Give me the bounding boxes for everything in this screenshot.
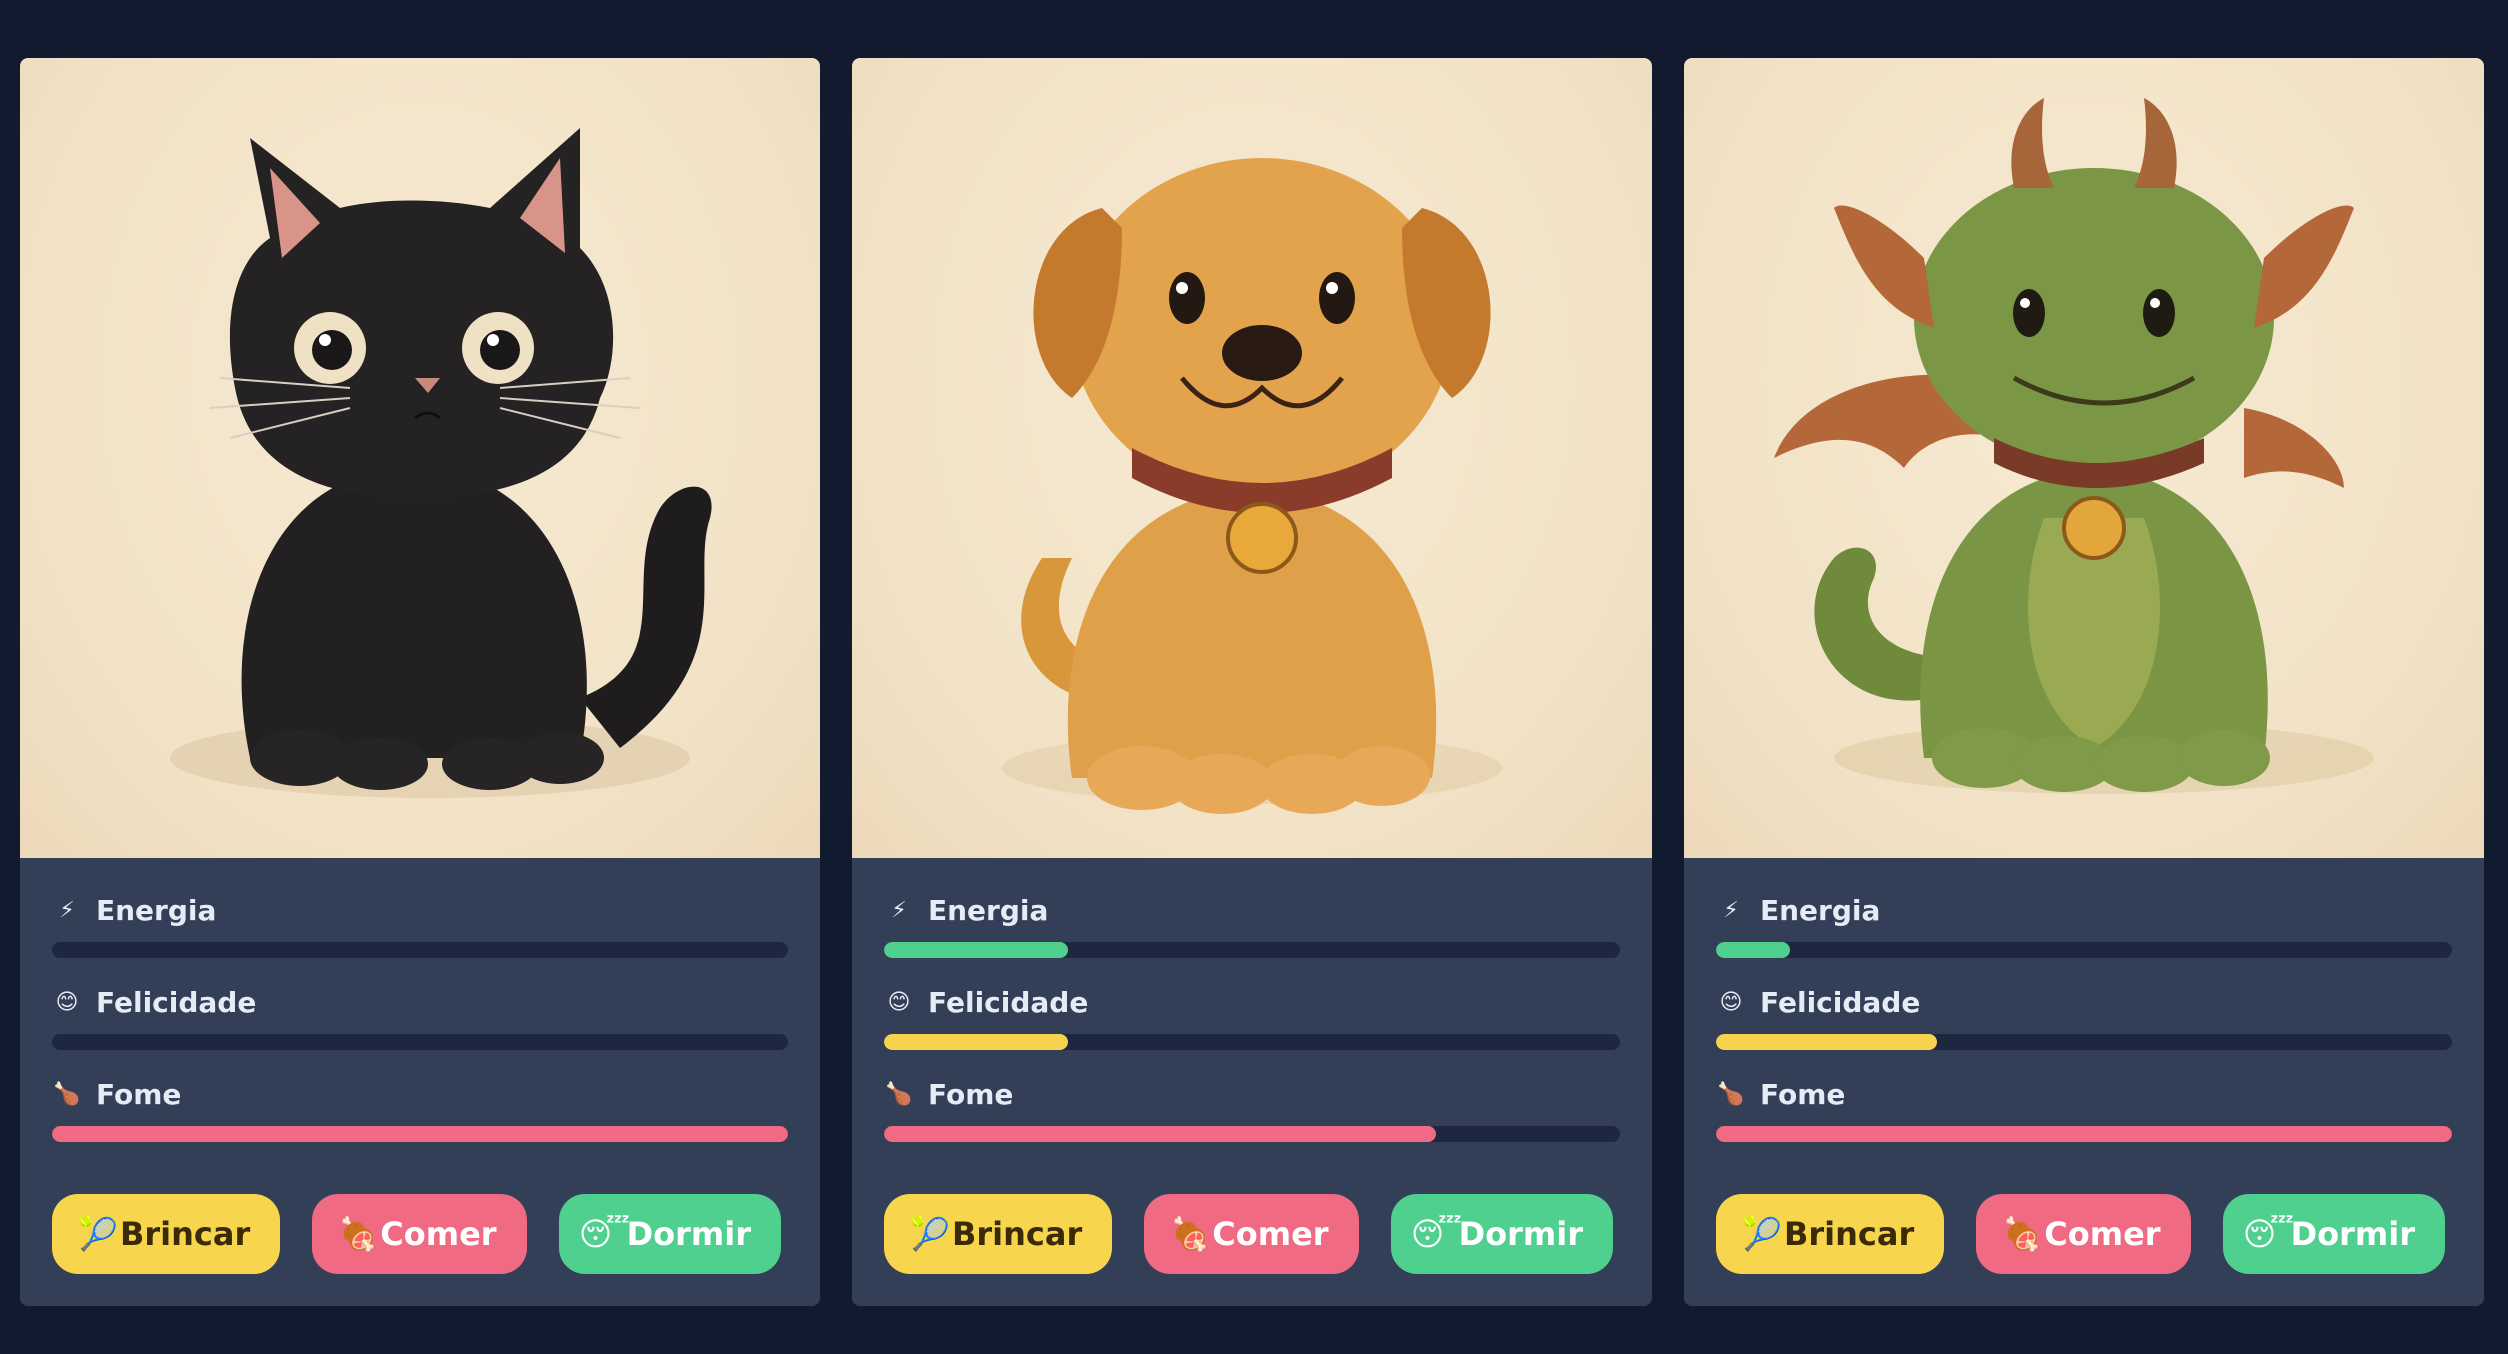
happiness-bar-fill [1716,1034,1937,1050]
play-button[interactable]: 🎾 Brincar [884,1194,1113,1274]
pet-card-cat: ⚡ Energia 😊 Felicidade 🍗 Fome 🎾 Brincar … [20,58,820,1306]
energy-bar-fill [884,942,1068,958]
pet-card-dragon: ⚡ Energia 😊 Felicidade 🍗 Fome 🎾 Brincar … [1684,58,2484,1306]
pet-grid: ⚡ Energia 😊 Felicidade 🍗 Fome 🎾 Brincar … [20,58,2484,1306]
tennis-ball-icon: 🎾 [910,1215,950,1253]
pet-image-dog [852,58,1652,858]
eat-button[interactable]: 🍖 Comer [312,1194,527,1274]
meat-icon: 🍖 [1170,1215,1211,1253]
stat-label-happiness: Felicidade [928,985,1089,1019]
meat-icon: 🍖 [338,1215,379,1253]
smiley-icon: 😊 [1719,989,1743,1015]
smiley-icon: 😊 [887,989,911,1015]
sleeping-face-icon: 😴 [578,1215,631,1253]
stat-hunger: 🍗 Fome [52,1074,788,1142]
energy-bar [1716,942,2452,958]
stat-hunger: 🍗 Fome [884,1074,1620,1142]
stat-energy: ⚡ Energia [52,890,788,958]
stat-label-energy: Energia [928,893,1049,927]
happiness-bar [52,1034,788,1050]
pet-image-cat [20,58,820,858]
play-button[interactable]: 🎾 Brincar [1716,1194,1945,1274]
stat-energy: ⚡ Energia [1716,890,2452,958]
play-button[interactable]: 🎾 Brincar [52,1194,281,1274]
drumstick-icon: 🍗 [1717,1081,1745,1107]
meat-icon: 🍖 [2002,1215,2043,1253]
stat-label-hunger: Fome [1760,1077,1846,1111]
hunger-bar-fill [1716,1126,2452,1142]
stat-label-happiness: Felicidade [96,985,257,1019]
hunger-bar [52,1126,788,1142]
energy-bar [52,942,788,958]
energy-bar [884,942,1620,958]
happiness-bar [884,1034,1620,1050]
drumstick-icon: 🍗 [885,1081,913,1107]
stat-label-energy: Energia [1760,893,1881,927]
stat-hunger: 🍗 Fome [1716,1074,2452,1142]
pet-card-dog: ⚡ Energia 😊 Felicidade 🍗 Fome 🎾 Brincar … [852,58,1652,1306]
sleep-button[interactable]: 😴 Dormir [1390,1194,1613,1274]
actions: 🎾 Brincar 🍖 Comer 😴 Dormir [1716,1194,2445,1274]
energy-bar-fill [1716,942,1790,958]
stat-energy: ⚡ Energia [884,890,1620,958]
eat-button[interactable]: 🍖 Comer [1144,1194,1359,1274]
stat-label-happiness: Felicidade [1760,985,1921,1019]
stat-label-hunger: Fome [928,1077,1014,1111]
actions: 🎾 Brincar 🍖 Comer 😴 Dormir [52,1194,781,1274]
pet-image-dragon [1684,58,2484,858]
hunger-bar-fill [884,1126,1436,1142]
stat-happiness: 😊 Felicidade [1716,982,2452,1050]
stat-label-energy: Energia [96,893,217,927]
stat-label-hunger: Fome [96,1077,182,1111]
actions: 🎾 Brincar 🍖 Comer 😴 Dormir [884,1194,1613,1274]
drumstick-icon: 🍗 [53,1081,81,1107]
lightning-icon: ⚡ [59,897,75,923]
sleep-button[interactable]: 😴 Dormir [2222,1194,2445,1274]
stat-happiness: 😊 Felicidade [884,982,1620,1050]
sleeping-face-icon: 😴 [1410,1215,1463,1253]
lightning-icon: ⚡ [1723,897,1739,923]
sleep-button[interactable]: 😴 Dormir [558,1194,781,1274]
tennis-ball-icon: 🎾 [1742,1215,1782,1253]
lightning-icon: ⚡ [891,897,907,923]
eat-button[interactable]: 🍖 Comer [1976,1194,2191,1274]
hunger-bar [1716,1126,2452,1142]
smiley-icon: 😊 [55,989,79,1015]
hunger-bar-fill [52,1126,788,1142]
happiness-bar-fill [884,1034,1068,1050]
tennis-ball-icon: 🎾 [78,1215,118,1253]
hunger-bar [884,1126,1620,1142]
happiness-bar [1716,1034,2452,1050]
sleeping-face-icon: 😴 [2242,1215,2295,1253]
stat-happiness: 😊 Felicidade [52,982,788,1050]
